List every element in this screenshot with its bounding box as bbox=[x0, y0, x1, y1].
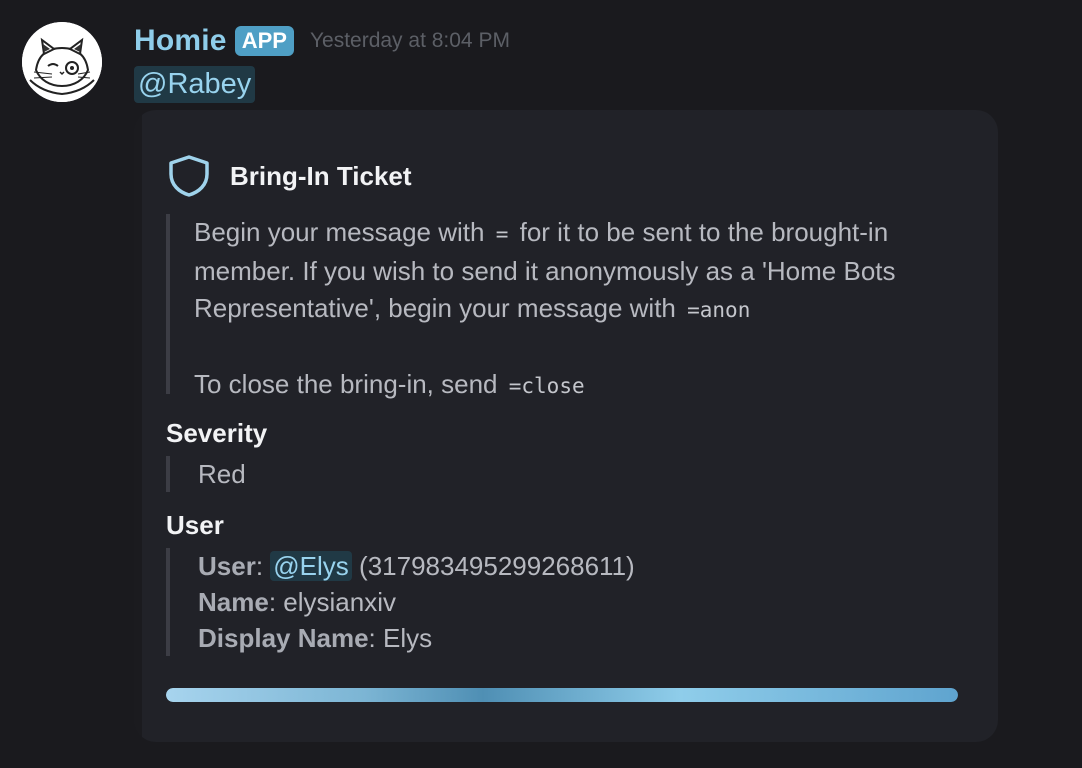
inline-code: =anon bbox=[687, 298, 751, 322]
inline-code: = bbox=[495, 222, 509, 246]
author-username[interactable]: Homie bbox=[134, 24, 227, 58]
cat-with-glasses-avatar-icon bbox=[22, 22, 102, 102]
name-label: Name bbox=[198, 587, 269, 617]
description-paragraph: To close the bring-in, send =close bbox=[194, 366, 956, 405]
app-badge: APP bbox=[234, 26, 294, 56]
message-timestamp[interactable]: Yesterday at 8:04 PM bbox=[310, 29, 510, 53]
embed-title-row: Bring-In Ticket bbox=[166, 154, 412, 198]
progress-fill bbox=[166, 688, 958, 702]
name-value: elysianxiv bbox=[283, 587, 396, 617]
field-severity-name: Severity bbox=[166, 418, 268, 448]
display-name-value: Elys bbox=[382, 623, 433, 653]
field-severity-value: Red bbox=[166, 456, 246, 492]
user-mention-inline[interactable]: @Elys bbox=[270, 551, 352, 581]
field-user-name: User bbox=[166, 510, 224, 540]
message-header: Homie APP Yesterday at 8:04 PM bbox=[134, 22, 510, 60]
description-text: Begin your message with bbox=[194, 217, 485, 247]
embed-color-bar bbox=[134, 110, 142, 742]
avatar[interactable] bbox=[22, 22, 102, 102]
name-line: Name: elysianxiv bbox=[198, 587, 396, 617]
embed-progress-bar bbox=[166, 688, 958, 702]
description-text: To close the bring-in, send bbox=[194, 369, 498, 399]
embed-card: Bring-In Ticket Begin your message with … bbox=[134, 110, 998, 742]
embed-title: Bring-In Ticket bbox=[230, 160, 412, 191]
chat-message: Homie APP Yesterday at 8:04 PM @Rabey Br… bbox=[0, 0, 1082, 768]
display-name-label: Display Name bbox=[198, 623, 369, 653]
field-user-value: User: @Elys (317983495299268611) Name: e… bbox=[166, 548, 635, 656]
user-line: User: @Elys (317983495299268611) bbox=[198, 551, 635, 581]
user-mention[interactable]: @Rabey bbox=[134, 66, 256, 103]
embed-description: Begin your message with = for it to be s… bbox=[166, 214, 956, 399]
display-name-line: Display Name: Elys bbox=[198, 623, 433, 653]
inline-code: =close bbox=[508, 374, 585, 398]
shield-icon bbox=[169, 155, 209, 197]
user-id: (317983495299268611) bbox=[359, 551, 635, 581]
description-paragraph: Begin your message with = for it to be s… bbox=[194, 214, 956, 329]
user-label: User bbox=[198, 551, 256, 581]
